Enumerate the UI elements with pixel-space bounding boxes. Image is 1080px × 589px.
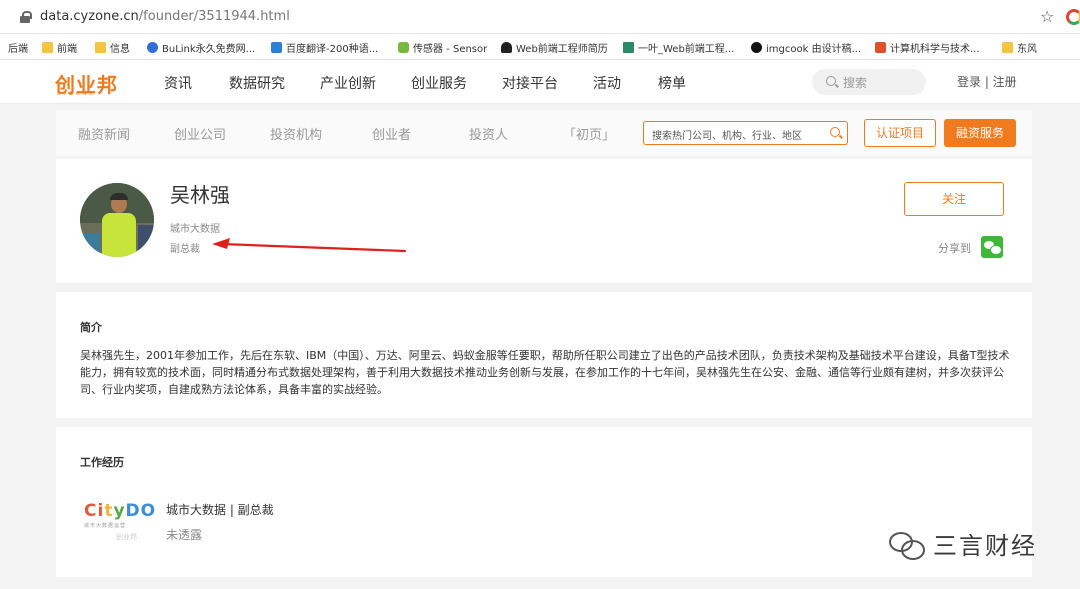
logo-watermark: 创业邦 — [116, 533, 137, 541]
bookmark-label: 传感器 - Sensor — [413, 44, 488, 55]
bookmark-item[interactable]: 东风 — [1002, 40, 1037, 55]
wechat-icon — [889, 530, 925, 560]
follow-button[interactable]: 关注 — [904, 182, 1004, 216]
watermark-text: 三言财经 — [933, 532, 1037, 560]
nav-item-events[interactable]: 活动 — [593, 73, 621, 93]
url-text[interactable]: data.cyzone.cn/founder/3511944.html — [40, 9, 290, 24]
bookmark-label: 前端 — [57, 44, 77, 55]
nav-item-services[interactable]: 创业服务 — [411, 73, 467, 93]
chrome-extension-icon[interactable] — [1066, 9, 1080, 25]
browser-address-bar[interactable]: data.cyzone.cn/founder/3511944.html ☆ — [0, 0, 1080, 34]
bookmark-label: imgcook 由设计稿... — [766, 44, 862, 55]
bookmark-label: 百度翻译-200种语... — [286, 44, 379, 55]
folder-icon — [95, 42, 106, 53]
bookmark-item[interactable]: 传感器 - Sensor — [398, 40, 487, 55]
experience-section: 工作经历 CityDO 城市大数据运营 创业邦 城市大数据 | 副总裁 未透露 — [56, 427, 1032, 577]
nav-item-rankings[interactable]: 榜单 — [658, 73, 686, 93]
subnav-funding-news[interactable]: 融资新闻 — [78, 124, 130, 143]
experience-title: 工作经历 — [80, 456, 124, 469]
profile-card: 吴林强 城市大数据 副总裁 关注 分享到 — [56, 159, 1032, 283]
bookmark-label: 后端 — [8, 44, 28, 55]
wechat-watermark: 三言财经 — [889, 526, 1037, 561]
nav-item-platform[interactable]: 对接平台 — [502, 73, 558, 93]
bulink-icon — [147, 42, 158, 53]
bookmark-label: BuLink永久免费网... — [162, 44, 256, 55]
experience-status: 未透露 — [166, 528, 203, 542]
subnav-founders[interactable]: 创业者 — [372, 124, 411, 143]
subnav-investors-org[interactable]: 投资机构 — [270, 124, 322, 143]
bookmark-label: 计算机科学与技术... — [890, 44, 980, 55]
url-host: data.cyzone.cn — [40, 9, 139, 24]
imgcook-icon — [751, 42, 762, 53]
bookmark-item[interactable]: imgcook 由设计稿... — [751, 40, 861, 55]
site-header: 创业邦 CYZONE 资讯 数据研究 产业创新 创业服务 对接平台 活动 榜单 … — [0, 60, 1080, 104]
bookmark-star-icon[interactable]: ☆ — [1040, 7, 1054, 26]
bookmark-item[interactable]: 信息 — [95, 40, 130, 55]
intro-section: 简介 吴林强先生，2001年参加工作，先后在东软、IBM（中国）、万达、阿里云、… — [56, 292, 1032, 418]
folder-icon — [1002, 42, 1013, 53]
share-label: 分享到 — [938, 242, 971, 255]
bookmark-item[interactable]: 前端 — [42, 40, 77, 55]
financing-service-button[interactable]: 融资服务 — [944, 119, 1016, 147]
logo-tagline: 城市大数据运营 — [84, 523, 127, 529]
founder-name: 吴林强 — [170, 183, 230, 207]
hot-search-placeholder: 搜索热门公司、机构、行业、地区 — [652, 131, 802, 142]
intro-title: 简介 — [80, 321, 102, 334]
bookmark-label: 一叶_Web前端工程... — [638, 44, 735, 55]
search-icon — [826, 76, 836, 86]
person-icon — [501, 42, 512, 53]
logo-part: DO — [125, 501, 157, 521]
sensor-icon — [398, 42, 409, 53]
annotation-arrow — [212, 238, 407, 253]
folder-icon — [42, 42, 53, 53]
logo-part: y — [113, 501, 126, 521]
page-icon — [623, 42, 634, 53]
site-logo-sub: CYZONE — [57, 91, 96, 97]
nav-item-industry[interactable]: 产业创新 — [320, 73, 376, 93]
csdn-icon — [875, 42, 886, 53]
bookmark-label: 信息 — [110, 44, 130, 55]
search-icon[interactable] — [830, 127, 840, 137]
subnav-investors[interactable]: 投资人 — [469, 124, 508, 143]
bookmark-item[interactable]: 后端 — [8, 40, 28, 55]
bookmarks-bar: 后端 前端 信息 BuLink永久免费网... 百度翻译-200种语... 传感… — [0, 34, 1080, 60]
bookmark-item[interactable]: 一叶_Web前端工程... — [623, 40, 734, 55]
url-path: /founder/3511944.html — [138, 9, 290, 24]
avatar — [80, 183, 154, 257]
hot-search-input[interactable]: 搜索热门公司、机构、行业、地区 — [643, 121, 848, 145]
bookmark-label: Web前端工程师简历 — [516, 44, 608, 55]
bookmark-item[interactable]: 百度翻译-200种语... — [271, 40, 378, 55]
baidu-icon — [271, 42, 282, 53]
intro-text: 吴林强先生，2001年参加工作，先后在东软、IBM（中国）、万达、阿里云、蚂蚁金… — [80, 349, 1010, 396]
bookmark-item[interactable]: 计算机科学与技术... — [875, 40, 980, 55]
bookmark-item[interactable]: BuLink永久免费网... — [147, 40, 255, 55]
bookmark-label: 东风 — [1017, 44, 1037, 55]
logo-part: Ci — [84, 501, 105, 521]
login-register-link[interactable]: 登录 | 注册 — [957, 73, 1017, 90]
nav-item-data-research[interactable]: 数据研究 — [229, 73, 285, 93]
company-logo[interactable]: CityDO 城市大数据运营 创业邦 — [84, 501, 157, 547]
wechat-share-icon[interactable] — [981, 236, 1003, 258]
subnav-chuye[interactable]: 「初页」 — [563, 124, 615, 143]
founder-company[interactable]: 城市大数据 — [170, 220, 220, 235]
sub-navigation: 融资新闻 创业公司 投资机构 创业者 投资人 「初页」 搜索热门公司、机构、行业… — [56, 110, 1032, 156]
search-placeholder: 搜索 — [843, 76, 868, 90]
subnav-startups[interactable]: 创业公司 — [174, 124, 226, 143]
certify-project-button[interactable]: 认证项目 — [864, 119, 936, 147]
founder-title: 副总裁 — [170, 244, 200, 255]
nav-item-news[interactable]: 资讯 — [164, 73, 192, 93]
bookmark-item[interactable]: Web前端工程师简历 — [501, 40, 608, 55]
lock-icon — [20, 11, 32, 23]
site-search-input[interactable]: 搜索 — [812, 69, 926, 95]
experience-company-line[interactable]: 城市大数据 | 副总裁 — [166, 501, 274, 518]
